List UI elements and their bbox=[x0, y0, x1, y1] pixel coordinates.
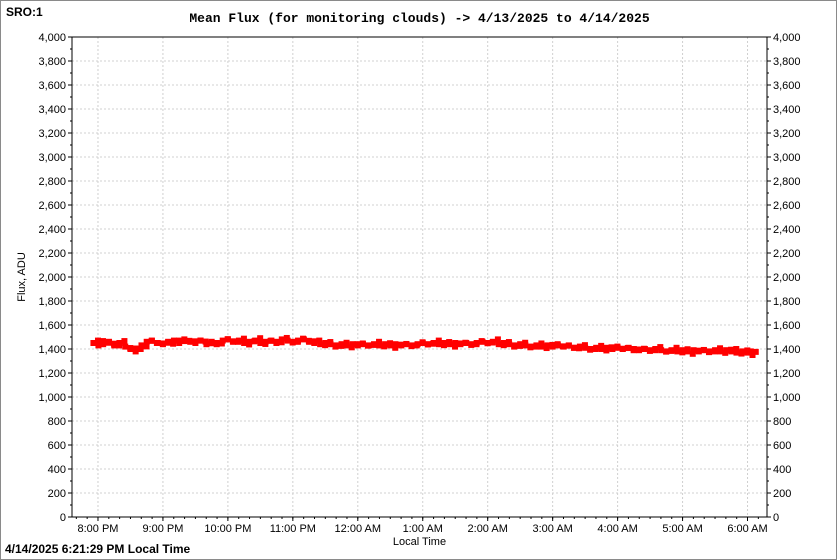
y-tick-label-right: 2,600 bbox=[773, 200, 801, 212]
y-tick-label-left: 3,000 bbox=[38, 152, 66, 164]
y-tick-label-right: 1,800 bbox=[773, 296, 801, 308]
data-point bbox=[752, 348, 759, 355]
y-tick-label-right: 1,200 bbox=[773, 368, 801, 380]
y-tick-label-left: 3,200 bbox=[38, 128, 66, 140]
y-tick-label-left: 4,000 bbox=[38, 32, 66, 44]
y-axis-title: Flux, ADU bbox=[16, 252, 28, 302]
x-tick-label: 5:00 AM bbox=[662, 523, 702, 535]
x-tick-label: 1:00 AM bbox=[403, 523, 443, 535]
x-tick-label: 3:00 AM bbox=[532, 523, 572, 535]
y-axis-right: 0 200 400 600 800 1,000 1,200 1,400 1,600 1,800 2,… bbox=[767, 32, 801, 524]
x-axis: 8:00 PM 9:00 PM 10:00 PM 11:00 PM 12:00 AM 1:… bbox=[75, 517, 768, 535]
y-tick-label-right: 3,200 bbox=[773, 128, 801, 140]
x-tick-label: 8:00 PM bbox=[77, 523, 118, 535]
y-tick-label-right: 2,200 bbox=[773, 248, 801, 260]
chart-svg: 0 200 400 600 800 1,000 1,200 1,400 1,600 1,800 2,… bbox=[16, 32, 801, 548]
y-tick-label-right: 4,000 bbox=[773, 32, 801, 44]
y-tick-label-left: 800 bbox=[48, 416, 66, 428]
y-tick-label-right: 2,800 bbox=[773, 176, 801, 188]
y-tick-label-right: 400 bbox=[773, 464, 791, 476]
x-tick-label: 10:00 PM bbox=[204, 523, 251, 535]
y-tick-label-left: 1,200 bbox=[38, 368, 66, 380]
chart-window: SRO:1 Mean Flux (for monitoring clouds) … bbox=[0, 0, 837, 560]
y-tick-label-left: 1,400 bbox=[38, 344, 66, 356]
x-tick-label: 2:00 AM bbox=[468, 523, 508, 535]
data-point bbox=[121, 338, 128, 345]
y-tick-label-right: 3,800 bbox=[773, 56, 801, 68]
y-tick-label-left: 1,600 bbox=[38, 320, 66, 332]
x-axis-title: Local Time bbox=[393, 536, 446, 548]
y-tick-label-left: 1,800 bbox=[38, 296, 66, 308]
grid bbox=[72, 36, 767, 518]
y-tick-label-left: 200 bbox=[48, 488, 66, 500]
y-tick-label-left: 3,800 bbox=[38, 56, 66, 68]
y-tick-label-right: 2,000 bbox=[773, 272, 801, 284]
x-tick-label: 4:00 AM bbox=[597, 523, 637, 535]
y-tick-label-left: 1,000 bbox=[38, 392, 66, 404]
y-tick-label-left: 2,000 bbox=[38, 272, 66, 284]
x-tick-label: 6:00 AM bbox=[727, 523, 767, 535]
y-tick-label-right: 2,400 bbox=[773, 224, 801, 236]
y-tick-label-left: 400 bbox=[48, 464, 66, 476]
y-tick-label-right: 1,600 bbox=[773, 320, 801, 332]
footer-timestamp: 4/14/2025 6:21:29 PM Local Time bbox=[5, 542, 191, 556]
y-axis-left: 0 200 400 600 800 1,000 1,200 1,400 1,600 1,800 2,… bbox=[38, 32, 72, 524]
y-tick-label-left: 3,600 bbox=[38, 80, 66, 92]
y-tick-label-right: 600 bbox=[773, 440, 791, 452]
x-tick-label: 12:00 AM bbox=[335, 523, 381, 535]
y-tick-label-right: 3,400 bbox=[773, 104, 801, 116]
y-tick-label-right: 200 bbox=[773, 488, 791, 500]
y-tick-label-left: 2,400 bbox=[38, 224, 66, 236]
y-tick-label-right: 800 bbox=[773, 416, 791, 428]
y-tick-label-left: 3,400 bbox=[38, 104, 66, 116]
y-tick-label-right: 3,000 bbox=[773, 152, 801, 164]
y-tick-label-left: 0 bbox=[60, 512, 66, 524]
y-tick-label-right: 1,000 bbox=[773, 392, 801, 404]
y-tick-label-right: 1,400 bbox=[773, 344, 801, 356]
y-tick-label-left: 600 bbox=[48, 440, 66, 452]
y-tick-label-right: 0 bbox=[773, 512, 779, 524]
y-tick-label-right: 3,600 bbox=[773, 80, 801, 92]
data-series bbox=[90, 334, 759, 358]
x-tick-label: 11:00 PM bbox=[270, 523, 316, 535]
y-tick-label-left: 2,200 bbox=[38, 248, 66, 260]
y-tick-label-left: 2,800 bbox=[38, 176, 66, 188]
y-tick-label-left: 2,600 bbox=[38, 200, 66, 212]
x-tick-label: 9:00 PM bbox=[142, 523, 183, 535]
